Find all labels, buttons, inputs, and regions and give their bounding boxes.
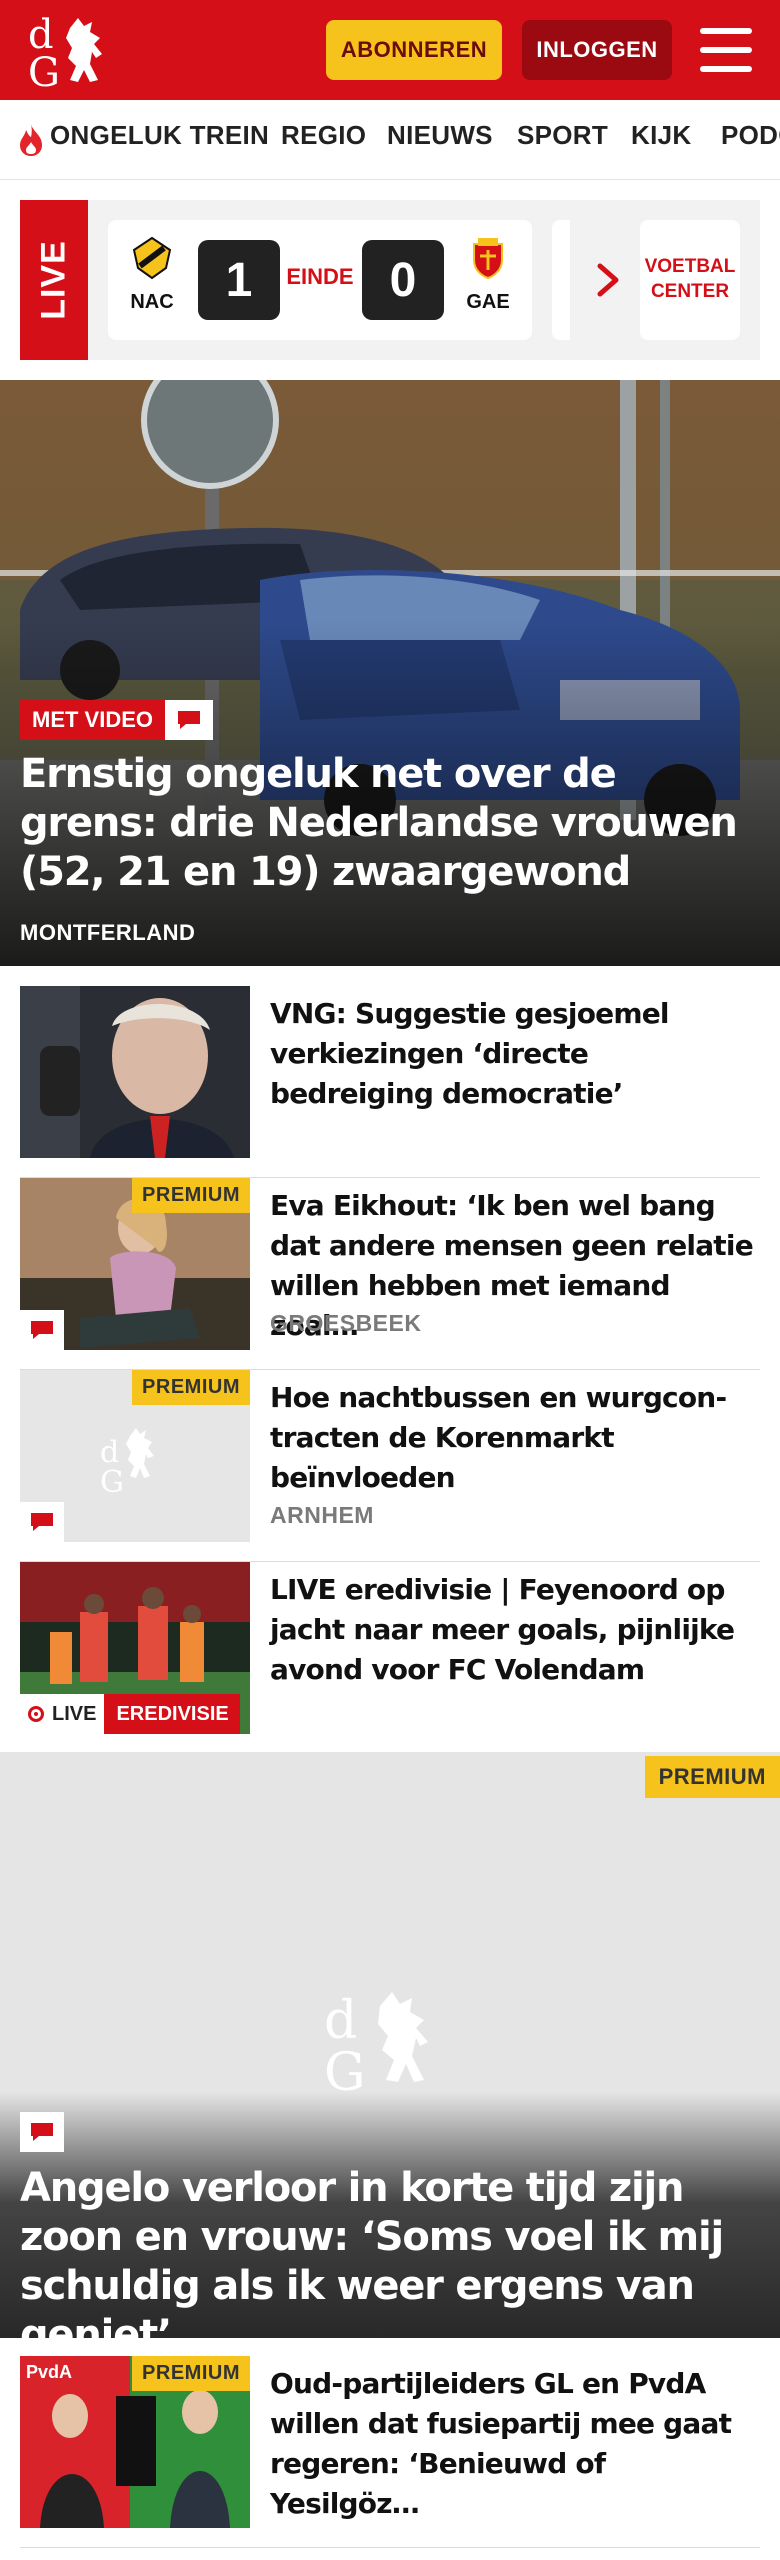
- live-dot-icon: [28, 1706, 44, 1722]
- live-scoreboard: LIVE NAC 1 EINDE 0 GAE VOETBAL CENTER: [20, 200, 760, 360]
- away-team-name: GAE: [466, 291, 510, 313]
- feature-title[interactable]: Angelo verloor in korte tijd zijn zoon e…: [20, 2164, 760, 2338]
- next-match-card-edge[interactable]: [552, 220, 570, 340]
- premium-badge: PREMIUM: [132, 1370, 250, 1405]
- category-label: EREDIVISIE: [104, 1694, 241, 1734]
- article-thumbnail: LIVE EREDIVISIE: [20, 1562, 250, 1734]
- list-item[interactable]: PvdA PREMIUM Oud-partijleiders GL en Pvd…: [20, 2356, 760, 2548]
- section-nav: ONGELUK TREIN REGIO NIEUWS SPORT KIJK PO…: [0, 100, 780, 180]
- placeholder-logo-icon: d G: [324, 1991, 428, 2102]
- nav-item-nieuws[interactable]: NIEUWS: [387, 120, 493, 151]
- home-team-name: NAC: [130, 291, 174, 313]
- voetbalcenter-button[interactable]: VOETBAL CENTER: [640, 220, 740, 340]
- nav-item-kijk[interactable]: KIJK: [631, 120, 691, 151]
- article-location: ARNHEM: [270, 1502, 374, 1528]
- article-thumbnail: PREMIUM: [20, 1178, 250, 1350]
- comment-icon: [165, 700, 214, 740]
- premium-badge: PREMIUM: [644, 1756, 780, 1798]
- nav-item-podcast[interactable]: PODCAST: [721, 120, 780, 151]
- article-location: GROESBEEK: [270, 1310, 422, 1336]
- site-header: d G ABONNEREN INLOGGEN: [0, 0, 780, 100]
- comment-icon: [20, 2112, 64, 2152]
- premium-badge: PREMIUM: [132, 2356, 250, 2391]
- article-title[interactable]: Hoe nachtbussen en wurgcon­tracten de Ko…: [270, 1378, 760, 1498]
- nav-item-sport[interactable]: SPORT: [517, 120, 608, 151]
- video-badge-label: MET VIDEO: [20, 700, 166, 740]
- brand-logo[interactable]: d G: [20, 8, 120, 96]
- nac-crest-icon: [132, 236, 172, 280]
- premium-badge: PREMIUM: [132, 1178, 250, 1213]
- svg-text:G: G: [28, 50, 60, 92]
- hamburger-menu-icon[interactable]: [700, 26, 752, 74]
- subscribe-button[interactable]: ABONNEREN: [326, 20, 502, 80]
- hero-title[interactable]: Ernstig ongeluk net over de grens: drie …: [20, 750, 760, 897]
- article-thumbnail: PvdA PREMIUM: [20, 2356, 250, 2528]
- svg-text:PvdA: PvdA: [26, 2362, 72, 2382]
- article-thumbnail: [20, 986, 250, 1158]
- hero-location: MONTFERLAND: [20, 920, 196, 945]
- article-title[interactable]: Oud-partijleiders GL en PvdA willen dat …: [270, 2364, 760, 2524]
- match-card[interactable]: NAC 1 EINDE 0 GAE: [108, 220, 532, 340]
- svg-text:G: G: [100, 1465, 124, 1500]
- live-indicator: LIVE: [20, 1694, 105, 1734]
- live-chip-label: LIVE: [52, 1702, 97, 1725]
- home-team: NAC: [122, 236, 182, 314]
- chevron-right-icon[interactable]: [592, 260, 626, 300]
- list-item[interactable]: d G PREMIUM Hoe nachtbussen en wurgcon­t…: [20, 1370, 760, 1562]
- nav-item-ongeluk-trein[interactable]: ONGELUK TREIN: [50, 120, 269, 151]
- article-title[interactable]: LIVE eredivisie | Feyenoord op jacht naa…: [270, 1570, 760, 1690]
- live-category-chip: LIVE EREDIVISIE: [20, 1694, 241, 1734]
- article-title[interactable]: VNG: Suggestie gesjoemel verkiezingen ‘d…: [270, 994, 760, 1114]
- match-status: EINDE: [286, 264, 354, 289]
- list-item[interactable]: VNG: Suggestie gesjoemel verkiezingen ‘d…: [20, 986, 760, 1178]
- comment-icon: [20, 1502, 64, 1542]
- home-score: 1: [198, 240, 280, 320]
- svg-text:d: d: [324, 1991, 357, 2051]
- article-thumbnail: d G PREMIUM: [20, 1370, 250, 1542]
- live-label: LIVE: [34, 240, 73, 320]
- gae-crest-icon: [473, 238, 503, 280]
- list-item[interactable]: LIVE EREDIVISIE LIVE eredivisie | Feyeno…: [20, 1562, 760, 1754]
- comment-icon: [20, 1310, 64, 1350]
- login-button[interactable]: INLOGGEN: [522, 20, 672, 80]
- live-tab: LIVE: [20, 200, 88, 360]
- away-score: 0: [362, 240, 444, 320]
- hero-article[interactable]: MET VIDEO Ernstig ongeluk net over de gr…: [0, 380, 780, 966]
- list-item[interactable]: PREMIUM Eva Eikhout: ‘Ik ben wel bang da…: [20, 1178, 760, 1370]
- video-badge: MET VIDEO: [20, 700, 214, 740]
- flame-icon: [20, 124, 42, 156]
- nav-item-regio[interactable]: REGIO: [281, 120, 366, 151]
- feature-article[interactable]: d G PREMIUM Angelo verloor in korte tijd…: [0, 1752, 780, 2338]
- away-team: GAE: [458, 236, 518, 314]
